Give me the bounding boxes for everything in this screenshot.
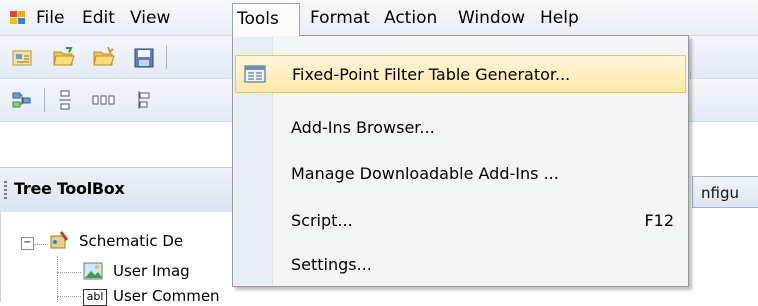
menu-item-settings[interactable]: Settings... <box>235 246 686 284</box>
toolbar-separator <box>166 45 167 69</box>
menu-file[interactable]: File <box>32 5 68 31</box>
menu-format[interactable]: Format <box>306 5 374 31</box>
menu-item-shortcut: F12 <box>644 211 674 230</box>
text-label-icon: abl <box>83 289 107 306</box>
tree-connector <box>34 244 48 245</box>
toolbox-title: Tree ToolBox <box>14 179 125 198</box>
tree-item-label: User Commen <box>113 287 220 305</box>
menu-item-manage-add-ins[interactable]: Manage Downloadable Add-Ins ... <box>235 155 686 193</box>
tree-connector <box>57 272 81 273</box>
menu-bar: File Edit View Tools Format Action Windo… <box>0 0 758 36</box>
tree-connector <box>57 296 81 297</box>
image-icon <box>83 262 103 280</box>
menu-help[interactable]: Help <box>536 5 583 31</box>
collapse-toggle-icon[interactable]: − <box>21 237 34 250</box>
toolbar-separator <box>44 88 45 112</box>
menu-item-fixed-point-filter[interactable]: Fixed-Point Filter Table Generator... <box>235 55 686 93</box>
menu-item-script[interactable]: Script... F12 <box>235 202 686 240</box>
app-logo-icon <box>10 11 25 24</box>
toolbox-tree: − Schematic De User Imag abl User Commen <box>0 212 237 306</box>
menu-action[interactable]: Action <box>380 5 441 31</box>
config-tab[interactable]: nfigu <box>692 176 758 208</box>
tools-dropdown-menu: Fixed-Point Filter Table Generator... Ad… <box>232 35 689 287</box>
menu-tools[interactable]: Tools <box>232 3 300 36</box>
partial-scroll-glyph <box>552 288 572 302</box>
toolbox-header: Tree ToolBox <box>0 167 232 213</box>
align-left-icon[interactable] <box>137 90 151 110</box>
table-generator-icon <box>244 65 266 83</box>
save-icon[interactable] <box>134 48 154 68</box>
menu-item-label: Fixed-Point Filter Table Generator... <box>292 65 571 84</box>
menu-view[interactable]: View <box>126 5 174 31</box>
open-recent-icon[interactable] <box>92 46 116 68</box>
schematic-folder-icon <box>50 231 69 249</box>
menu-item-label: Script... <box>291 211 353 230</box>
open-folder-icon[interactable] <box>52 46 76 68</box>
menu-item-label: Add-Ins Browser... <box>291 118 435 137</box>
tree-item-label: Schematic De <box>79 232 184 250</box>
tree-item[interactable]: − Schematic De <box>21 231 183 252</box>
new-schematic-icon[interactable] <box>12 48 34 68</box>
grip-handle-icon[interactable] <box>4 181 7 199</box>
menu-edit[interactable]: Edit <box>78 5 119 31</box>
tree-item-label: User Imag <box>113 262 190 280</box>
menu-item-label: Settings... <box>291 255 372 274</box>
align-vertical-icon[interactable] <box>58 90 72 110</box>
menu-item-add-ins-browser[interactable]: Add-Ins Browser... <box>235 109 686 147</box>
layout-icon[interactable] <box>12 92 32 108</box>
menu-window[interactable]: Window <box>454 5 529 31</box>
distribute-horizontal-icon[interactable] <box>92 93 116 107</box>
menu-item-label: Manage Downloadable Add-Ins ... <box>291 164 559 183</box>
